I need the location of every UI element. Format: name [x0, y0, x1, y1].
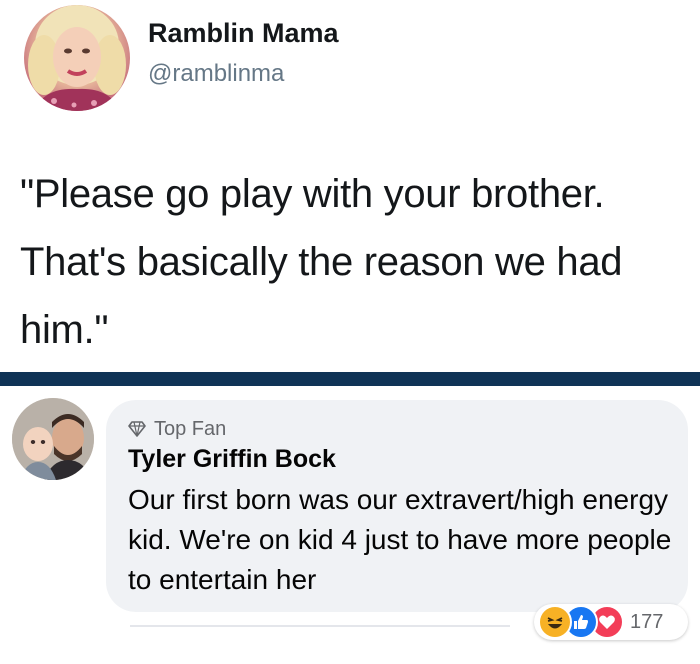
tweet-author-avatar[interactable]: [24, 5, 130, 111]
tweet-text: "Please go play with your brother. That'…: [20, 172, 623, 352]
comment-text: Our first born was our extravert/high en…: [128, 484, 672, 595]
haha-icon: [538, 605, 572, 639]
commenter-avatar[interactable]: [12, 398, 94, 480]
top-fan-badge: Top Fan: [128, 418, 226, 440]
diamond-icon: [128, 421, 146, 437]
comment-footer-line: [130, 625, 510, 627]
section-divider: [0, 372, 700, 386]
comment-bubble: Top Fan Tyler Griffin Bock Our first bor…: [106, 400, 688, 612]
commenter-name[interactable]: Tyler Griffin Bock: [128, 445, 336, 474]
reaction-count: 177: [630, 610, 664, 633]
top-fan-label: Top Fan: [154, 417, 227, 440]
tweet-display-name[interactable]: Ramblin Mama: [148, 18, 339, 49]
tweet-card: Ramblin Mama @ramblinma "Please go play …: [0, 0, 700, 372]
reactions-summary[interactable]: 177: [534, 604, 688, 640]
tweet-handle[interactable]: @ramblinma: [148, 60, 284, 88]
